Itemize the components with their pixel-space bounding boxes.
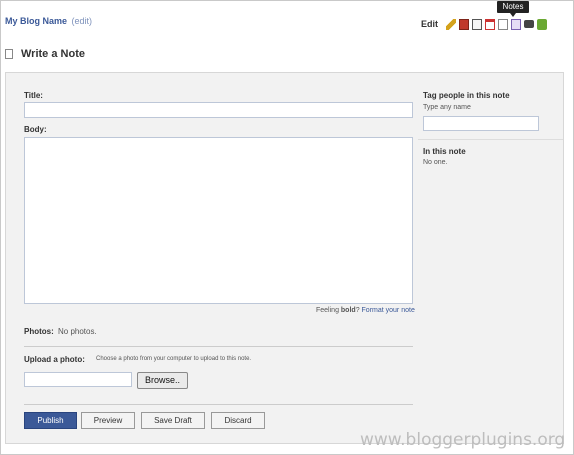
title-label: Title: [24,91,43,100]
upload-hint: Choose a photo from your computer to upl… [96,356,252,362]
blog-name-link[interactable]: My Blog Name [5,16,67,26]
video-icon[interactable] [524,20,534,28]
upload-label: Upload a photo: [24,355,85,364]
edit-blog-link[interactable]: (edit) [72,16,93,26]
sidebar-divider [418,139,563,140]
tag-people-input[interactable] [423,116,539,131]
photos-label: Photos: [24,327,54,336]
toolbar-edit-label[interactable]: Edit [421,19,438,29]
tag-hint: Type any name [423,104,471,111]
format-hint: Feeling bold? Format your note [316,307,415,314]
preview-button[interactable]: Preview [81,412,135,429]
format-note-link[interactable]: Format your note [362,307,415,314]
file-path-input[interactable] [24,372,132,387]
notes-tooltip: Notes [497,1,529,17]
feeling-bold: bold [340,307,356,314]
divider [24,404,413,405]
pencil-icon[interactable] [446,18,456,30]
watermark: www.bloggerplugins.org [360,430,566,450]
publish-button[interactable]: Publish [24,412,77,429]
app-toolbar: Edit [421,16,550,32]
browse-button[interactable]: Browse.. [137,372,188,389]
chat-icon[interactable] [537,18,547,30]
title-input[interactable] [24,102,413,118]
body-textarea[interactable] [24,137,413,304]
body-label: Body: [24,125,47,134]
blog-name-header: My Blog Name (edit) [5,16,92,26]
note-icon [5,49,13,59]
export-icon[interactable] [472,18,482,30]
calendar-icon[interactable] [485,18,495,30]
in-note-heading: In this note [423,147,466,156]
feeling-prefix: Feeling [316,307,341,314]
save-draft-button[interactable]: Save Draft [141,412,205,429]
notes-icon[interactable] [498,18,508,30]
tag-heading: Tag people in this note [423,91,510,100]
divider [24,346,413,347]
in-note-value: No one. [423,159,448,166]
photos-icon[interactable] [459,18,469,30]
photos-value: No photos. [58,327,97,336]
page-title: Write a Note [21,48,85,60]
wall-icon[interactable] [511,18,521,30]
discard-button[interactable]: Discard [211,412,265,429]
